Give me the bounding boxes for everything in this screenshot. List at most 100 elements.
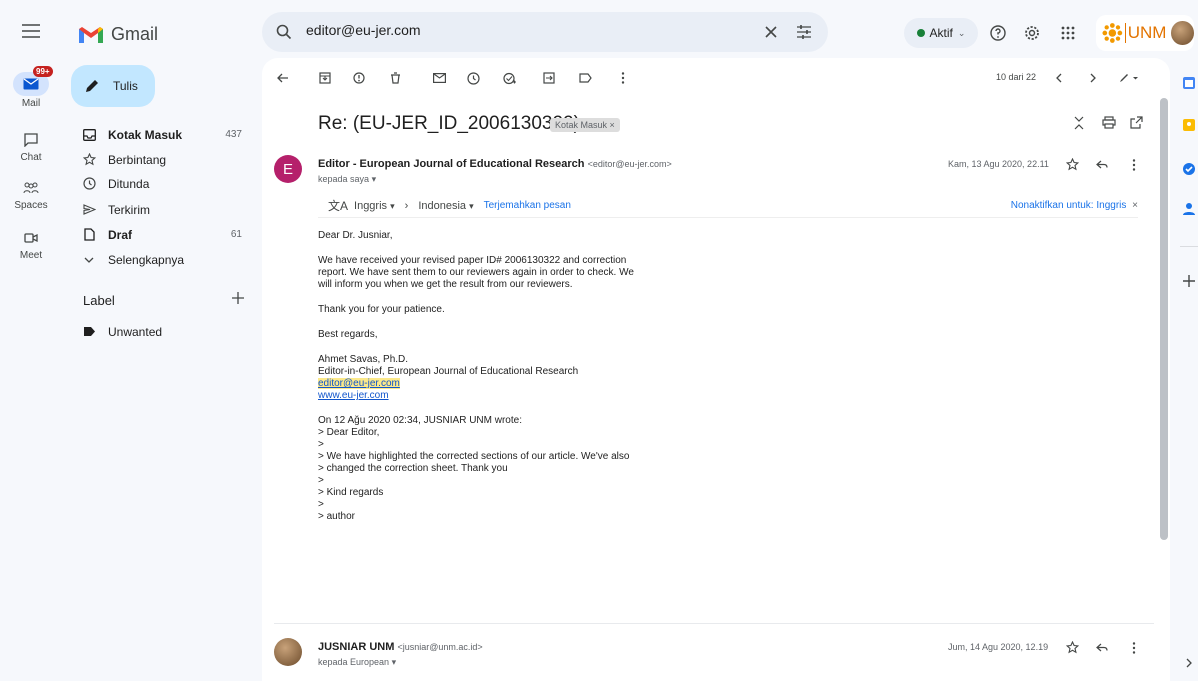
- signature-name: Ahmet Savas, Ph.D.: [318, 354, 409, 365]
- toggle-side-panel-button[interactable]: [1180, 654, 1198, 672]
- sidebar-item-drafts[interactable]: Draf 61: [70, 222, 250, 247]
- rail-mail[interactable]: 99+ Mail: [0, 66, 62, 109]
- rail-spaces[interactable]: Spaces: [0, 178, 62, 211]
- chip-close-icon[interactable]: ×: [610, 120, 615, 130]
- back-button[interactable]: [272, 67, 294, 89]
- contacts-icon: [1183, 203, 1195, 215]
- report-spam-button[interactable]: [348, 67, 370, 89]
- pagination-text: 10 dari 22: [996, 72, 1037, 82]
- add-task-button[interactable]: [498, 67, 520, 89]
- signature-email-link[interactable]: editor@eu-jer.com: [318, 378, 400, 389]
- archive-icon: [319, 72, 331, 84]
- snooze-button[interactable]: [462, 67, 484, 89]
- star-icon: [1066, 641, 1079, 654]
- newer-button[interactable]: [1048, 67, 1070, 89]
- greeting: Dear Dr. Jusniar,: [318, 230, 393, 241]
- account-org-label: UNM: [1124, 23, 1166, 43]
- search-options-icon[interactable]: [796, 24, 812, 40]
- calendar-addon[interactable]: [1180, 74, 1198, 92]
- send-icon: [70, 204, 108, 215]
- translate-bar: 文A Inggris ▾ › Indonesia ▾ Terjemahkan p…: [318, 194, 1138, 218]
- archive-button[interactable]: [314, 67, 336, 89]
- chevron-right-icon: ›: [404, 199, 409, 212]
- avatar: [1171, 21, 1194, 45]
- reply-sender-name[interactable]: JUSNIAR UNM: [318, 641, 394, 653]
- draft-icon: [70, 228, 108, 241]
- trash-icon: [390, 72, 400, 84]
- translate-message-link[interactable]: Terjemahkan pesan: [484, 200, 571, 211]
- target-language-select[interactable]: Indonesia ▾: [418, 200, 473, 212]
- sidebar-item-more[interactable]: Selengkapnya: [70, 247, 250, 272]
- disable-translation-link[interactable]: Nonaktifkan untuk: Inggris ×: [1011, 200, 1138, 211]
- message-more-button[interactable]: [1132, 159, 1136, 171]
- arrow-left-icon: [277, 73, 288, 83]
- sidebar-item-label: Kotak Masuk: [108, 127, 183, 142]
- source-language: Inggris: [354, 199, 388, 212]
- reply-recipient-toggle[interactable]: kepada European ▾: [318, 657, 396, 668]
- inbox-label-chip[interactable]: Kotak Masuk ×: [550, 118, 620, 132]
- signature-web-link[interactable]: www.eu-jer.com: [318, 390, 389, 401]
- reply-button[interactable]: [1096, 160, 1108, 169]
- main-menu-button[interactable]: [22, 24, 40, 38]
- sidebar-item-label: Ditunda: [108, 176, 150, 191]
- status-dot: [916, 29, 925, 37]
- contacts-addon[interactable]: [1180, 200, 1198, 218]
- support-button[interactable]: [990, 25, 1006, 41]
- more-actions-button[interactable]: [612, 67, 634, 89]
- open-new-window-button[interactable]: [1130, 116, 1143, 129]
- keep-addon[interactable]: [1180, 116, 1198, 134]
- expand-all-button[interactable]: [1074, 116, 1084, 130]
- recipient-toggle[interactable]: kepada saya ▾: [318, 174, 376, 185]
- compose-button[interactable]: Tulis: [71, 65, 155, 107]
- sidebar-item-starred[interactable]: Berbintang: [70, 147, 250, 172]
- add-label-button[interactable]: [232, 292, 244, 304]
- tasks-addon[interactable]: [1180, 160, 1198, 178]
- labels-button[interactable]: [574, 67, 596, 89]
- clear-search-icon[interactable]: [764, 25, 778, 39]
- quote-line: > Kind regards: [318, 487, 384, 498]
- print-button[interactable]: [1102, 116, 1116, 129]
- settings-button[interactable]: [1024, 25, 1040, 41]
- sidebar-item-sent[interactable]: Terkirim: [70, 197, 250, 222]
- scrollbar-thumb[interactable]: [1160, 98, 1168, 540]
- more-vert-icon: [1132, 642, 1136, 654]
- labels-heading: Label: [83, 293, 115, 308]
- collapse-icon: [1074, 116, 1084, 130]
- help-icon: [990, 25, 1006, 41]
- body-line: Best regards,: [318, 329, 378, 340]
- print-icon: [1102, 116, 1116, 129]
- move-to-button[interactable]: [538, 67, 560, 89]
- sidebar-item-inbox[interactable]: Kotak Masuk 437: [70, 122, 250, 147]
- sidebar-item-snoozed[interactable]: Ditunda: [70, 171, 250, 196]
- chevron-down-icon: ⌄: [957, 27, 966, 38]
- mark-unread-button[interactable]: [428, 67, 450, 89]
- caret-down-icon: ▾: [371, 174, 377, 184]
- input-tools-button[interactable]: [1114, 67, 1144, 89]
- hamburger-icon: [22, 24, 40, 38]
- caret-down-icon: ▾: [391, 657, 397, 667]
- status-selector[interactable]: Aktif ⌄: [904, 18, 978, 48]
- account-button[interactable]: UNM: [1096, 15, 1194, 51]
- sidebar-label-unwanted[interactable]: Unwanted: [70, 319, 250, 344]
- get-addons-button[interactable]: [1180, 272, 1198, 290]
- search-input[interactable]: [306, 22, 746, 38]
- gmail-logo[interactable]: Gmail: [79, 24, 158, 45]
- sender-name[interactable]: Editor - European Journal of Educational…: [318, 158, 585, 170]
- reply-more-button[interactable]: [1132, 642, 1136, 654]
- reply-sender-line[interactable]: JUSNIAR UNM <jusniar@unm.ac.id>: [318, 641, 483, 653]
- compose-label: Tulis: [113, 79, 138, 93]
- calendar-icon: [1183, 77, 1195, 89]
- search-icon[interactable]: [276, 24, 292, 40]
- delete-button[interactable]: [384, 67, 406, 89]
- rail-chat[interactable]: Chat: [0, 130, 62, 163]
- apps-button[interactable]: [1061, 26, 1075, 40]
- source-language-select[interactable]: Inggris ▾: [354, 200, 395, 212]
- search-bar[interactable]: [262, 12, 828, 52]
- reply-reply-button[interactable]: [1096, 643, 1108, 652]
- star-button[interactable]: [1066, 158, 1079, 171]
- chip-label: Kotak Masuk: [555, 120, 608, 130]
- close-icon[interactable]: ×: [1132, 200, 1138, 211]
- rail-meet[interactable]: Meet: [0, 228, 62, 261]
- older-button[interactable]: [1082, 67, 1104, 89]
- reply-star-button[interactable]: [1066, 641, 1079, 654]
